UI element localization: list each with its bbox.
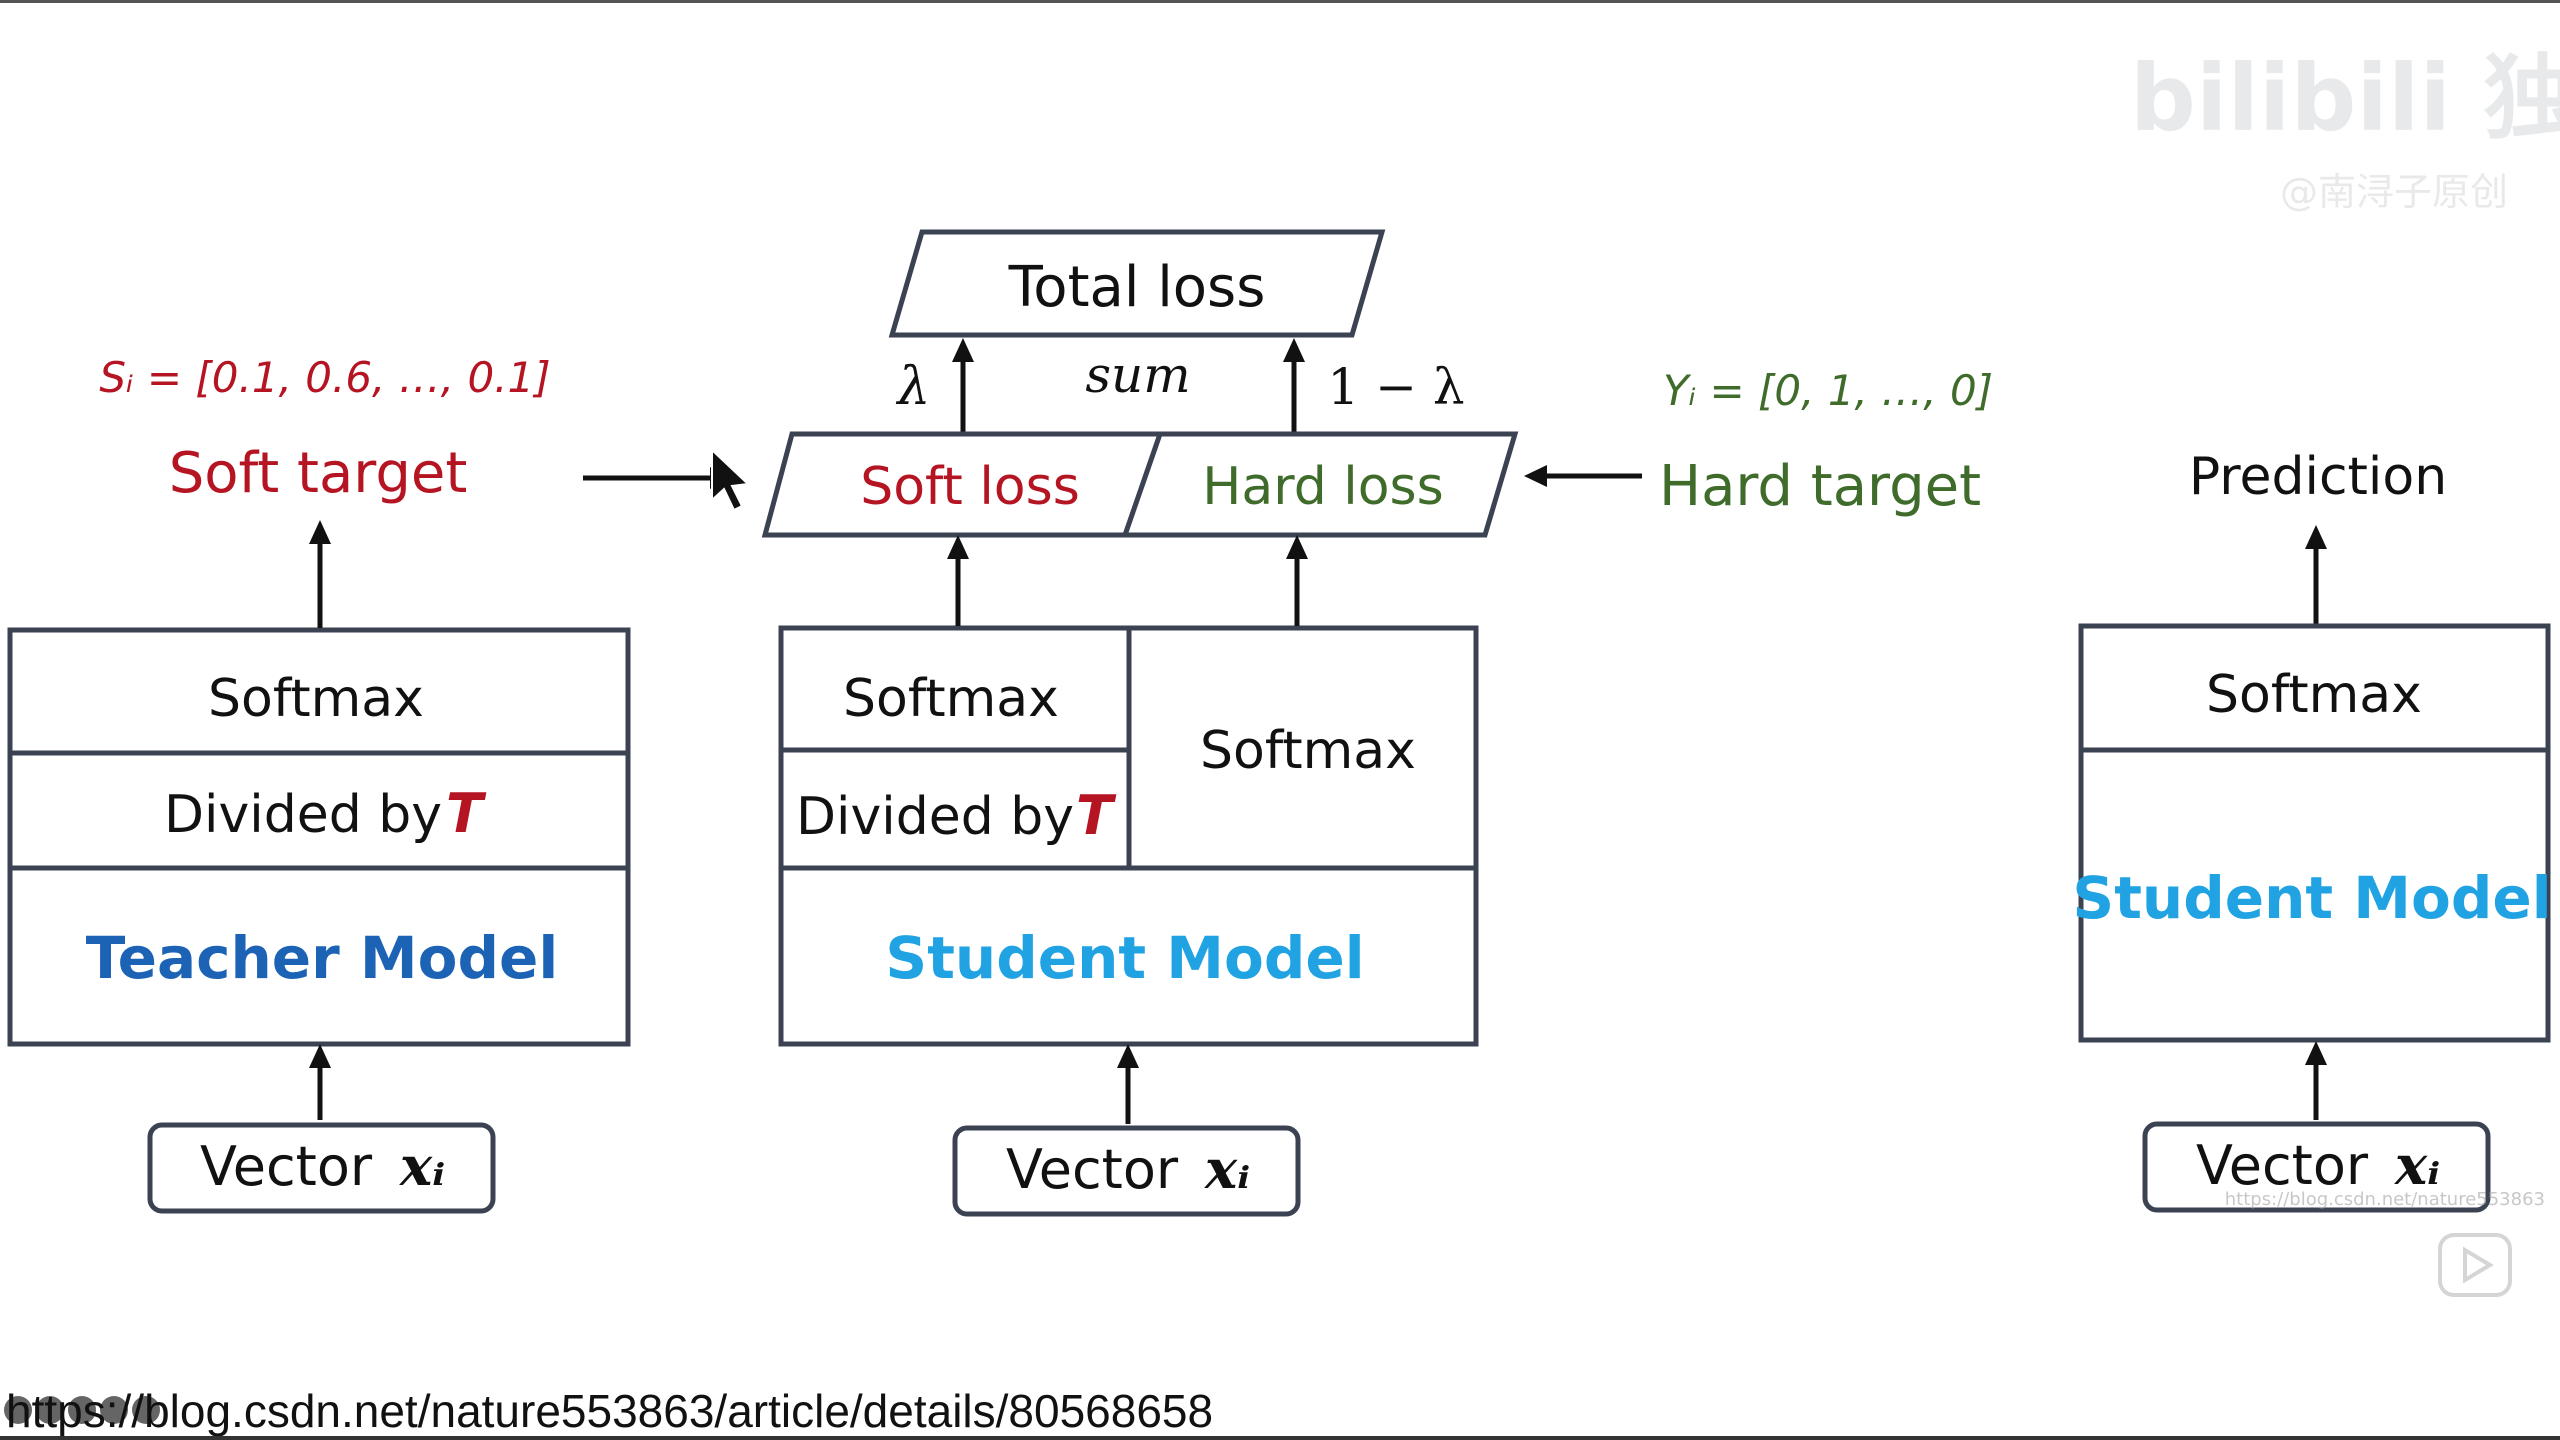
student-model-label: Student Model xyxy=(885,924,1364,992)
arrow-student-vector-up xyxy=(1117,1044,1139,1124)
student-softmax-right-label: Softmax xyxy=(1200,721,1416,781)
student-softmax-left-label: Softmax xyxy=(843,669,1059,729)
arrow-teacher-vector-up xyxy=(309,1044,331,1120)
arrow-teacher-to-soft-target xyxy=(309,520,331,628)
teacher-softmax-label: Softmax xyxy=(208,669,424,729)
hard-target-formula: Yᵢ = [0, 1, …, 0] xyxy=(1663,366,1993,415)
student-vector-label-group: Vector xᵢ xyxy=(1006,1137,1250,1201)
bilibili-sub-text: @南浔子原创 xyxy=(2280,170,2508,214)
arrow-hard-target-to-loss xyxy=(1524,465,1642,487)
bilibili-watermark: bilibili 独家 @南浔子原创 xyxy=(2130,45,2560,214)
student-xi-label: xᵢ xyxy=(1204,1137,1250,1201)
arrow-student-to-soft-loss xyxy=(947,535,969,626)
student-divided-by-row: Divided by T xyxy=(796,784,1117,847)
source-url[interactable]: https://blog.csdn.net/nature553863/artic… xyxy=(6,1384,1213,1438)
prediction-label: Prediction xyxy=(2189,447,2447,507)
url-bar: https://blog.csdn.net/nature553863/artic… xyxy=(0,1382,2560,1440)
hard-loss-label: Hard loss xyxy=(1202,457,1443,517)
arrow-student-to-hard-loss xyxy=(1286,535,1308,626)
prediction-student-model-label: Student Model xyxy=(2072,864,2551,932)
arrow-student-to-prediction xyxy=(2305,525,2327,625)
arrow-soft-to-total xyxy=(952,338,974,432)
bottom-border xyxy=(0,1436,2560,1440)
prediction-softmax-label: Softmax xyxy=(2206,665,2422,725)
lambda-label: λ xyxy=(896,357,931,417)
prediction-xi-label: xᵢ xyxy=(2394,1133,2440,1197)
soft-loss-label: Soft loss xyxy=(860,457,1080,517)
play-icon[interactable] xyxy=(2438,1233,2512,1297)
arrow-hard-to-total xyxy=(1283,338,1305,432)
sum-label: sum xyxy=(1085,346,1190,404)
teacher-vector-label-group: Vector xᵢ xyxy=(200,1134,445,1198)
teacher-model-label: Teacher Model xyxy=(86,924,558,992)
prediction-vector-label-group: Vector xᵢ xyxy=(2196,1133,2440,1197)
prediction-vector-label: Vector xyxy=(2196,1134,2369,1197)
hard-target-label: Hard target xyxy=(1659,454,1981,519)
soft-target-formula: Sᵢ = [0.1, 0.6, …, 0.1] xyxy=(99,353,550,402)
arrow-soft-target-to-loss xyxy=(583,467,733,489)
csdn-watermark: https://blog.csdn.net/nature553863 xyxy=(2225,1189,2545,1210)
student-vector-label: Vector xyxy=(1006,1138,1179,1201)
teacher-vector-label: Vector xyxy=(200,1135,373,1198)
bilibili-logo-text: bilibili 独家 xyxy=(2130,45,2560,152)
teacher-divided-by-row: Divided by T xyxy=(164,782,487,845)
teacher-T-label: T xyxy=(446,782,487,845)
one-minus-lambda-label: 1 − λ xyxy=(1327,358,1464,416)
knowledge-distillation-diagram: bilibili 独家 @南浔子原创 Total loss λ sum 1 − … xyxy=(7,45,2560,1297)
student-divided-by-label: Divided by xyxy=(796,787,1074,847)
student-T-label: T xyxy=(1076,784,1117,847)
mouse-cursor-icon xyxy=(711,447,751,512)
total-loss-label: Total loss xyxy=(1008,255,1266,320)
teacher-divided-by-label: Divided by xyxy=(164,785,442,845)
arrow-prediction-vector-up xyxy=(2305,1041,2327,1120)
teacher-xi-label: xᵢ xyxy=(399,1134,445,1198)
soft-target-label: Soft target xyxy=(169,441,468,506)
